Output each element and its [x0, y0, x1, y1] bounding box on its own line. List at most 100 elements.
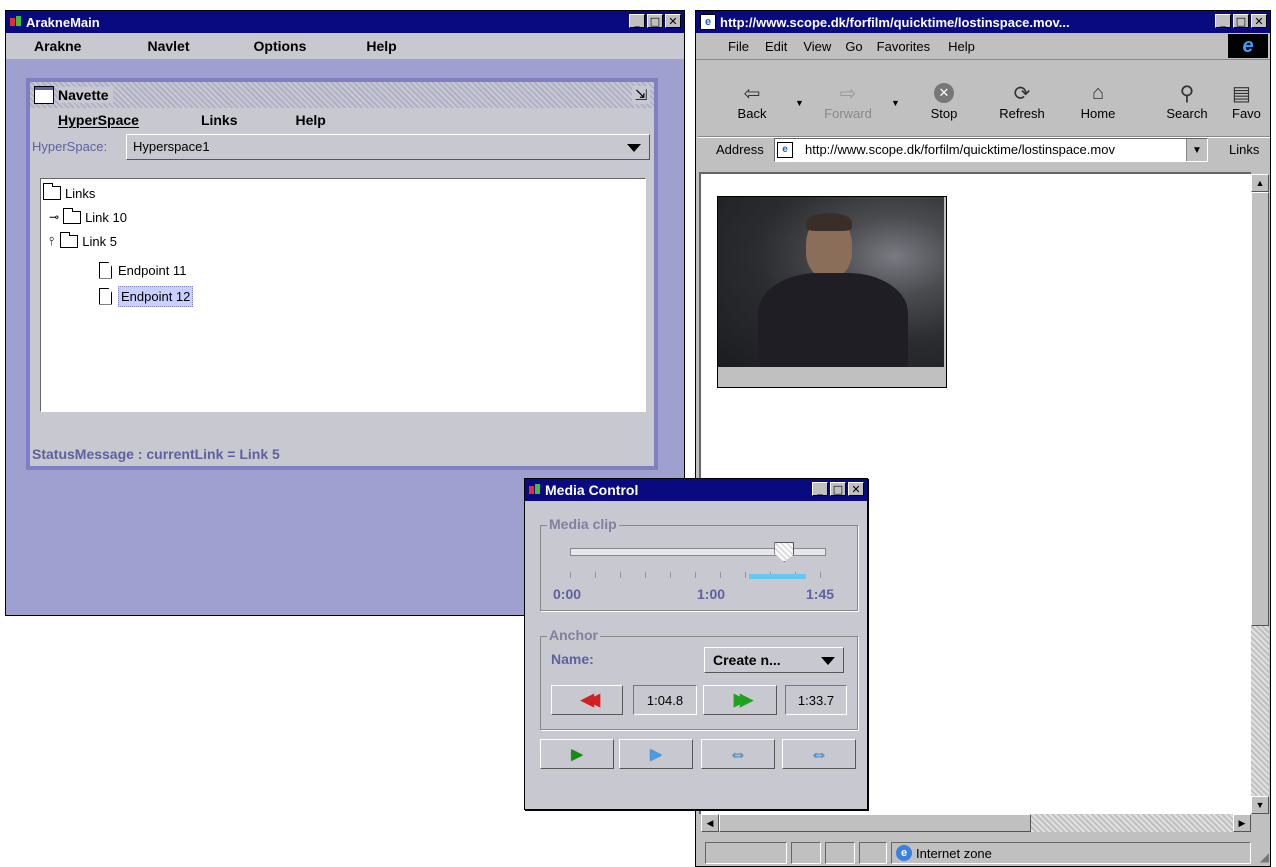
horizontal-scrollbar[interactable]: ◀ ▶: [701, 814, 1251, 832]
tick-label-end: 1:45: [806, 586, 835, 602]
scroll-left-button[interactable]: ◀: [701, 814, 719, 832]
clip-slider[interactable]: [570, 542, 826, 562]
close-button[interactable]: ✕: [665, 14, 681, 28]
close-button[interactable]: ✕: [1251, 14, 1267, 28]
resize-grip-icon[interactable]: ◢: [1260, 850, 1269, 864]
scroll-right-button[interactable]: ▶: [1233, 814, 1251, 832]
menu-file[interactable]: File: [728, 39, 749, 54]
figure-hair-shape: [806, 213, 852, 231]
home-button[interactable]: ⌂ Home: [1068, 80, 1128, 122]
start-time-field: 1:04.8: [633, 685, 697, 715]
play-blue-icon: ▶: [650, 746, 662, 763]
arakne-title: ArakneMain: [26, 14, 100, 30]
app-icon: [529, 484, 541, 496]
internet-zone-icon: e: [896, 845, 912, 861]
menu-arakne[interactable]: Arakne: [34, 38, 81, 54]
menu-go[interactable]: Go: [845, 39, 862, 54]
refresh-button[interactable]: ⟳ Refresh: [992, 80, 1052, 122]
forward-button[interactable]: ⇨ Forward: [818, 80, 878, 122]
loop-anchor-button[interactable]: ⇔: [782, 739, 856, 769]
collapsed-node-icon[interactable]: ⊸: [49, 210, 59, 224]
favorites-label: Favo: [1232, 106, 1261, 121]
hyperspace-row: HyperSpace: Hyperspace1: [30, 132, 654, 162]
tree-label-link10: Link 10: [85, 209, 127, 225]
links-label[interactable]: Links: [1229, 142, 1259, 157]
forward-green-icon: ▶▶: [733, 690, 753, 709]
tree-item-link5[interactable]: ⫯ Link 5: [49, 231, 117, 251]
anchor-name-select[interactable]: Create n...: [704, 647, 844, 673]
minimize-button[interactable]: _: [1215, 14, 1231, 28]
navette-frame: Navette ⇲ HyperSpace Links Help HyperSpa…: [26, 78, 658, 470]
hyperspace-label: HyperSpace:: [32, 139, 108, 154]
stop-button[interactable]: ✕ Stop: [914, 80, 974, 121]
back-dropdown-icon[interactable]: ▼: [795, 98, 804, 108]
scroll-thumb[interactable]: [1251, 192, 1269, 626]
address-dropdown-button[interactable]: ▼: [1186, 139, 1207, 161]
window-icon: [34, 86, 54, 104]
play-selection-button[interactable]: ▶: [619, 739, 693, 769]
menu-view[interactable]: View: [803, 39, 831, 54]
play-button[interactable]: ▶: [540, 739, 614, 769]
expanded-node-icon[interactable]: ⫯: [49, 234, 54, 249]
media-clip-group: Media clip 0:00 1:00 1:45: [540, 516, 858, 611]
quicktime-movie[interactable]: [717, 196, 947, 388]
refresh-icon: ⟳: [1013, 82, 1031, 105]
menu-help[interactable]: Help: [366, 38, 396, 54]
menu-links[interactable]: Links: [201, 112, 238, 128]
undock-icon[interactable]: ⇲: [632, 86, 650, 104]
favorites-icon: ▤: [1232, 82, 1251, 105]
menu-edit[interactable]: Edit: [765, 39, 787, 54]
status-pane: [705, 842, 787, 864]
address-input[interactable]: e http://www.scope.dk/forfilm/quicktime/…: [774, 138, 1208, 162]
forward-dropdown-icon[interactable]: ▼: [891, 98, 900, 108]
back-button[interactable]: ⇦ Back: [722, 80, 782, 122]
document-icon: [99, 287, 112, 305]
maximize-button[interactable]: □: [647, 14, 663, 28]
media-title-bar[interactable]: Media Control _ □ ✕: [525, 479, 867, 501]
tree-label-link5: Link 5: [82, 233, 117, 249]
scroll-up-button[interactable]: ▲: [1251, 174, 1269, 192]
tick-label-mid: 1:00: [697, 586, 726, 602]
scroll-down-button[interactable]: ▼: [1251, 796, 1269, 814]
slider-thumb[interactable]: [774, 542, 795, 562]
tree-item-endpoint12[interactable]: Endpoint 12: [99, 285, 194, 307]
tree-item-endpoint11[interactable]: Endpoint 11: [99, 259, 186, 281]
rewind-red-icon: ◀◀: [580, 690, 600, 709]
vertical-scrollbar[interactable]: ▲ ▼: [1251, 174, 1269, 814]
maximize-button[interactable]: □: [830, 482, 846, 496]
menu-options[interactable]: Options: [254, 38, 307, 54]
favorites-button[interactable]: ▤ Favo: [1232, 80, 1268, 122]
chevron-down-icon: [821, 657, 835, 665]
menu-help[interactable]: Help: [296, 112, 326, 128]
menu-navlet[interactable]: Navlet: [147, 38, 189, 54]
stop-icon: ✕: [914, 80, 974, 106]
browser-title: http://www.scope.dk/forfilm/quicktime/lo…: [720, 14, 1070, 30]
anchor-range-bar: [570, 574, 826, 579]
close-button[interactable]: ✕: [848, 482, 864, 496]
minimize-button[interactable]: _: [812, 482, 828, 496]
menu-help[interactable]: Help: [948, 39, 975, 54]
play-anchor-button[interactable]: ⇔: [701, 739, 775, 769]
name-label: Name:: [551, 651, 594, 667]
search-button[interactable]: ⚲ Search: [1157, 80, 1217, 122]
ie-page-icon: e: [777, 142, 793, 158]
arakne-title-bar[interactable]: ArakneMain _ □ ✕: [6, 11, 684, 33]
menu-favorites[interactable]: Favorites: [877, 39, 930, 54]
media-clip-label: Media clip: [547, 516, 619, 532]
browser-menubar: File Edit View Go Favorites Help e: [696, 33, 1270, 60]
address-label: Address: [716, 142, 764, 157]
tree-item-link10[interactable]: ⊸ Link 10: [49, 207, 127, 227]
anchor-range-fill: [749, 574, 806, 579]
navette-title-bar[interactable]: Navette ⇲: [30, 82, 654, 108]
minimize-button[interactable]: _: [629, 14, 645, 28]
set-start-button[interactable]: ◀◀: [551, 685, 623, 715]
tree-root[interactable]: Links: [43, 183, 95, 203]
browser-title-bar[interactable]: e http://www.scope.dk/forfilm/quicktime/…: [696, 11, 1270, 33]
hyperspace-select[interactable]: Hyperspace1: [126, 134, 650, 160]
back-label: Back: [737, 106, 767, 121]
set-end-button[interactable]: ▶▶: [703, 685, 777, 715]
end-time-value: 1:33.7: [797, 692, 835, 708]
menu-hyperspace[interactable]: HyperSpace: [58, 112, 139, 128]
scroll-h-thumb[interactable]: [719, 814, 1031, 832]
maximize-button[interactable]: □: [1233, 14, 1249, 28]
